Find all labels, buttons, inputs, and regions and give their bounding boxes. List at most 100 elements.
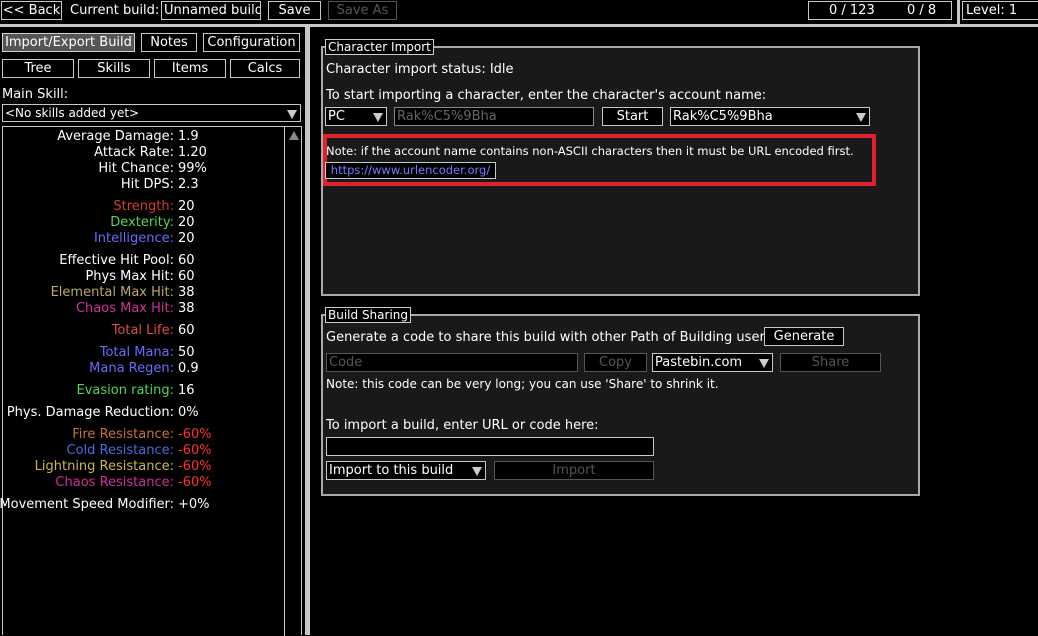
- stat-row: Total Life: 60: [4, 323, 300, 339]
- share-button[interactable]: Share: [780, 353, 881, 372]
- build-sharing-title: Build Sharing: [325, 307, 412, 323]
- import-mode-value: Import to this build: [329, 463, 454, 478]
- tab-tree[interactable]: Tree: [2, 59, 74, 78]
- code-field[interactable]: Code: [326, 353, 578, 372]
- stat-label: Chaos Max Hit:: [75, 301, 174, 316]
- stat-value: 99%: [178, 161, 207, 176]
- stat-value: 60: [178, 253, 195, 268]
- stat-label: Attack Rate:: [94, 145, 174, 160]
- start-button[interactable]: Start: [602, 107, 663, 126]
- stat-row: Average Damage: 1.9: [4, 129, 300, 145]
- save-as-button[interactable]: Save As: [328, 1, 397, 20]
- stat-label: Phys. Damage Reduction:: [6, 405, 174, 420]
- stat-value: 38: [178, 301, 195, 316]
- paste-site-value: Pastebin.com: [655, 355, 743, 370]
- stat-label: Hit Chance:: [98, 161, 174, 176]
- chevron-down-icon: [856, 113, 866, 122]
- main-skill-value: <No skills added yet>: [5, 106, 140, 120]
- main-skill-label: Main Skill:: [2, 87, 69, 102]
- topbar-divider: [957, 0, 960, 24]
- passive-points: 0 / 123: [829, 3, 875, 18]
- save-button[interactable]: Save: [268, 1, 321, 20]
- account-history-dropdown[interactable]: Rak%C5%9Bha: [670, 107, 870, 126]
- back-button[interactable]: << Back: [1, 1, 62, 20]
- generate-button[interactable]: Generate: [764, 327, 844, 346]
- stat-row: Chaos Max Hit: 38: [4, 301, 300, 317]
- import-mode-dropdown[interactable]: Import to this build: [326, 461, 486, 480]
- stat-label: Fire Resistance:: [72, 427, 174, 442]
- chevron-down-icon: [373, 113, 383, 122]
- stat-label: Elemental Max Hit:: [50, 285, 174, 300]
- level-box[interactable]: Level: 1: [962, 1, 1038, 20]
- stat-row: Strength: 20: [4, 199, 300, 215]
- stat-value: -60%: [178, 427, 212, 442]
- stat-label: Evasion rating:: [76, 383, 174, 398]
- stat-row: Fire Resistance: -60%: [4, 427, 300, 443]
- main-skill-dropdown[interactable]: <No skills added yet>: [2, 104, 301, 122]
- tab-calcs[interactable]: Calcs: [230, 59, 300, 78]
- stat-row: Mana Regen: 0.9: [4, 361, 300, 377]
- stat-value: 2.3: [178, 177, 199, 192]
- stat-value: 16: [178, 383, 195, 398]
- stat-row: Attack Rate: 1.20: [4, 145, 300, 161]
- realm-value: PC: [328, 109, 345, 124]
- stat-row: Movement Speed Modifier: +0%: [0, 497, 300, 513]
- stat-value: 20: [178, 215, 195, 230]
- tab-import-export[interactable]: Import/Export Build: [2, 33, 135, 52]
- share-note: Note: this code can be very long; you ca…: [326, 377, 719, 391]
- stat-row: Dexterity: 20: [4, 215, 300, 231]
- level-label: Level: 1: [966, 3, 1018, 18]
- current-build-label: Current build:: [70, 3, 160, 18]
- stat-row: Cold Resistance: -60%: [4, 443, 300, 459]
- stat-value: +0%: [178, 497, 210, 512]
- stat-value: -60%: [178, 459, 212, 474]
- left-panel-divider: [305, 27, 310, 635]
- stat-row: Total Mana: 50: [4, 345, 300, 361]
- build-name-field[interactable]: Unnamed build: [161, 1, 261, 20]
- stat-value: 0.9: [178, 361, 199, 376]
- stat-label: Strength:: [113, 199, 174, 214]
- import-status: Character import status: Idle: [326, 62, 514, 77]
- realm-dropdown[interactable]: PC: [325, 107, 387, 126]
- stat-label: Chaos Resistance:: [55, 475, 174, 490]
- stat-label: Dexterity:: [110, 215, 174, 230]
- stat-value: 38: [178, 285, 195, 300]
- stat-label: Total Mana:: [99, 345, 174, 360]
- stat-label: Movement Speed Modifier:: [0, 497, 174, 512]
- ascendancy-points: 0 / 8: [907, 3, 937, 18]
- chevron-down-icon: [759, 359, 769, 368]
- stat-row: Lightning Resistance: -60%: [4, 459, 300, 475]
- stat-label: Total Life:: [111, 323, 174, 338]
- stat-value: 60: [178, 323, 195, 338]
- stat-value: 50: [178, 345, 195, 360]
- stat-label: Lightning Resistance:: [34, 459, 174, 474]
- copy-button[interactable]: Copy: [584, 353, 647, 372]
- account-name-input[interactable]: Rak%C5%9Bha: [394, 107, 594, 126]
- stat-label: Effective Hit Pool:: [59, 253, 174, 268]
- stat-row: Effective Hit Pool: 60: [4, 253, 300, 269]
- import-button[interactable]: Import: [494, 461, 654, 480]
- tab-items[interactable]: Items: [154, 59, 226, 78]
- tab-skills[interactable]: Skills: [78, 59, 150, 78]
- import-code-input[interactable]: [326, 437, 654, 456]
- stat-value: 20: [178, 231, 195, 246]
- stat-row: Elemental Max Hit: 38: [4, 285, 300, 301]
- tab-configuration[interactable]: Configuration: [203, 33, 300, 52]
- stat-value: 60: [178, 269, 195, 284]
- character-import-section: Character Import Character import status…: [321, 39, 920, 296]
- stat-label: Hit DPS:: [120, 177, 174, 192]
- paste-site-dropdown[interactable]: Pastebin.com: [652, 353, 773, 372]
- generate-text: Generate a code to share this build with…: [326, 330, 776, 345]
- stat-label: Intelligence:: [93, 231, 174, 246]
- stat-label: Cold Resistance:: [66, 443, 174, 458]
- ascii-note: Note: if the account name contains non-A…: [326, 144, 854, 158]
- stat-value: -60%: [178, 475, 212, 490]
- import-instruction: To start importing a character, enter th…: [326, 88, 767, 103]
- import-code-text: To import a build, enter URL or code her…: [326, 418, 599, 433]
- stat-label: Phys Max Hit:: [85, 269, 174, 284]
- account-history-value: Rak%C5%9Bha: [673, 109, 773, 124]
- chevron-down-icon: [472, 467, 482, 476]
- urlencoder-link[interactable]: https://www.urlencoder.org/: [325, 162, 496, 179]
- tab-notes[interactable]: Notes: [141, 33, 197, 52]
- character-import-title: Character Import: [325, 39, 434, 55]
